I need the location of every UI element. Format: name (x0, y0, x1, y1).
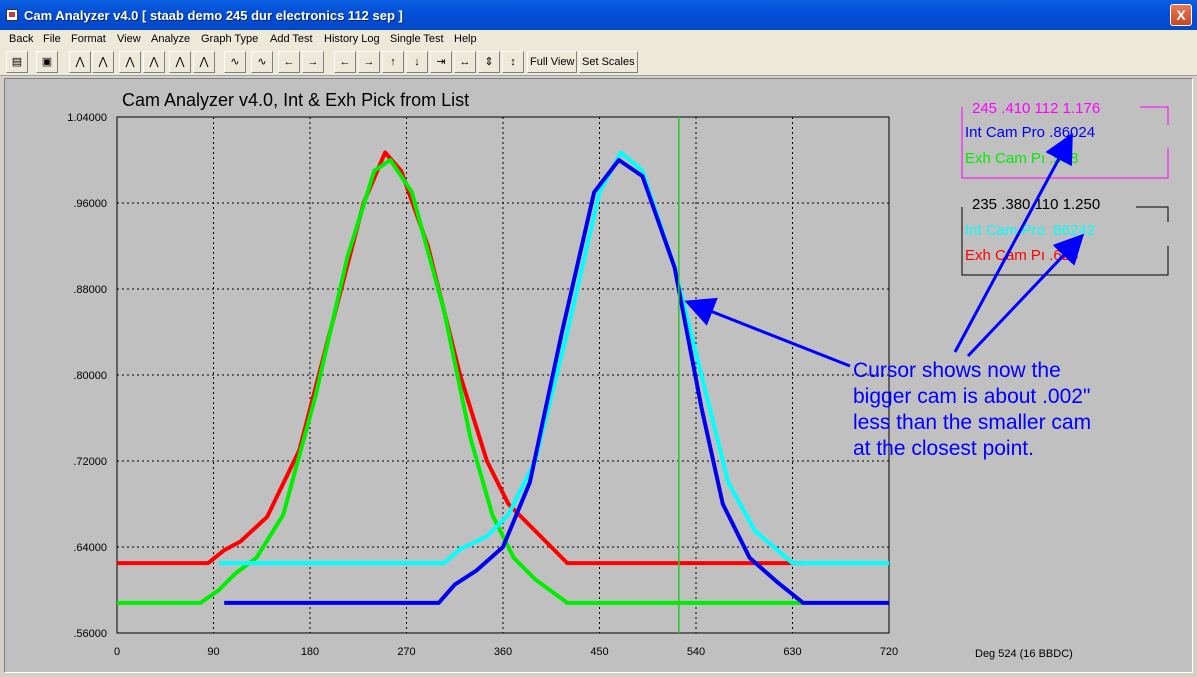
y-tick-label: .72000 (73, 456, 107, 468)
annotation-note: Cursor shows now the bigger cam is about… (853, 358, 1091, 462)
series-line-1 (117, 150, 804, 566)
x-tick-label: 180 (301, 646, 319, 658)
x-tick-label: 720 (880, 646, 898, 658)
y-tick-label: .64000 (73, 542, 107, 554)
x-tick-label: 540 (687, 646, 705, 658)
legend2-header: 235 .380 110 1.250 (972, 196, 1101, 213)
series-line-3 (218, 150, 889, 566)
legend1-int: Int Cam Pro .86024 (965, 124, 1096, 141)
x-tick-label: 360 (494, 646, 512, 658)
app-window: Cam Analyzer v4.0 [ staab demo 245 dur e… (0, 0, 1197, 677)
y-tick-label: .88000 (73, 284, 107, 296)
x-tick-label: 270 (397, 646, 415, 658)
chart-title: Cam Analyzer v4.0, Int & Exh Pick from L… (122, 90, 469, 110)
annotation-line-2: bigger cam is about .002" (853, 385, 1091, 408)
x-tick-label: 450 (590, 646, 608, 658)
legend1-header: 245 .410 112 1.176 (972, 100, 1101, 117)
x-tick-label: 630 (783, 646, 801, 658)
y-tick-label: .56000 (73, 628, 107, 640)
legend2-int: Int Cam Pro .86242 (965, 222, 1096, 239)
legend2-exh: Exh Cam Pı .625 (965, 247, 1079, 264)
y-tick-label: 1.04000 (67, 112, 107, 124)
legend1-exh: Exh Cam Pı .588 (965, 150, 1079, 167)
y-tick-label: .80000 (73, 370, 107, 382)
annotation-line-3: less than the smaller cam (853, 411, 1092, 434)
degree-readout: Deg 524 (16 BBDC) (975, 648, 1073, 660)
annotation-line-4: at the closest point. (853, 437, 1034, 460)
x-tick-label: 0 (114, 646, 120, 658)
x-tick-label: 90 (207, 646, 219, 658)
y-tick-label: .96000 (73, 198, 107, 210)
annotation-line-1: Cursor shows now the (853, 359, 1061, 382)
